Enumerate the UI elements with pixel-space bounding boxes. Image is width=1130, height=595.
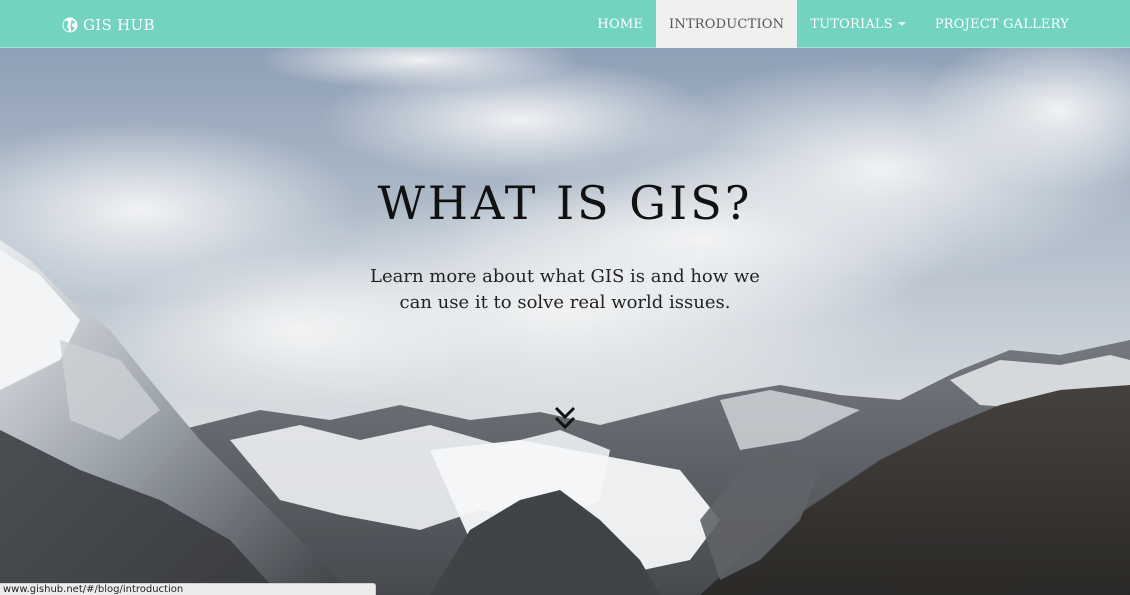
- browser-status-url: www.gishub.net/#/blog/introduction: [0, 583, 376, 595]
- brand-name: GIS HUB: [83, 16, 155, 34]
- nav-item-label: PROJECT GALLERY: [934, 16, 1069, 32]
- nav-item-home[interactable]: HOME: [584, 0, 656, 48]
- hero-title: WHAT IS GIS?: [377, 176, 753, 230]
- nav-item-introduction[interactable]: INTRODUCTION: [656, 0, 798, 48]
- main-nav: HOME INTRODUCTION TUTORIALS PROJECT GALL…: [584, 0, 1082, 48]
- nav-item-label: INTRODUCTION: [669, 16, 785, 32]
- nav-item-project-gallery[interactable]: PROJECT GALLERY: [922, 0, 1082, 48]
- double-chevron-down-icon[interactable]: [553, 404, 577, 432]
- globe-icon: [62, 17, 78, 33]
- caret-down-icon: [897, 22, 906, 26]
- nav-item-label: HOME: [597, 16, 644, 32]
- top-navbar: GIS HUB HOME INTRODUCTION TUTORIALS PROJ…: [0, 0, 1130, 48]
- nav-item-label: TUTORIALS: [810, 16, 893, 32]
- nav-item-tutorials[interactable]: TUTORIALS: [797, 0, 922, 48]
- hero-subtitle: Learn more about what GIS is and how we …: [370, 266, 760, 313]
- brand-link[interactable]: GIS HUB: [62, 14, 155, 36]
